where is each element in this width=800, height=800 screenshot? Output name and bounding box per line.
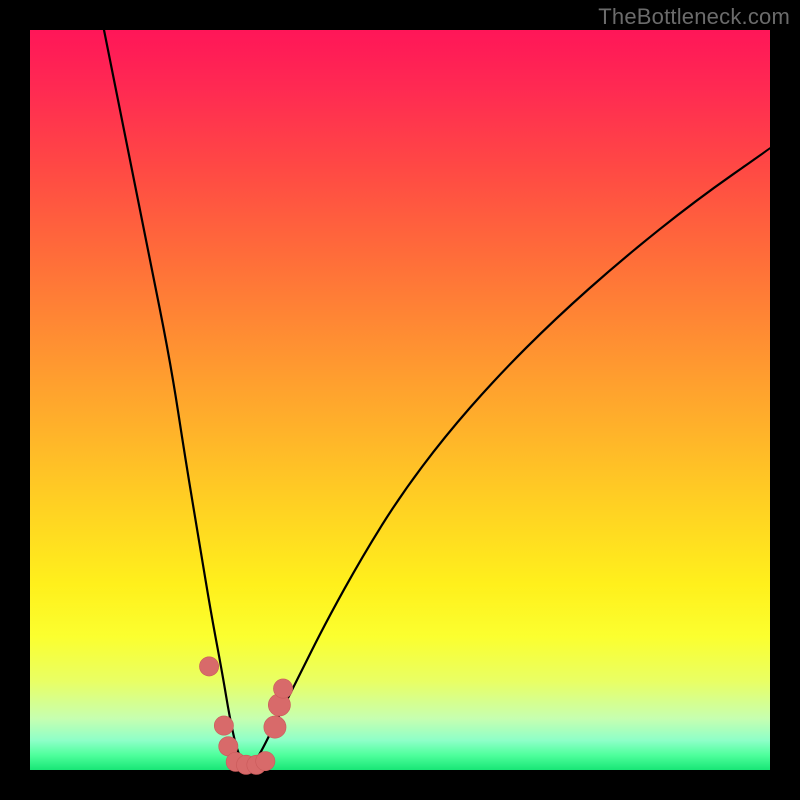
curve-marker <box>199 657 218 676</box>
curve-marker <box>273 679 292 698</box>
chart-svg <box>30 30 770 770</box>
plot-area <box>30 30 770 770</box>
curve-marker <box>264 716 286 738</box>
watermark-text: TheBottleneck.com <box>598 4 790 30</box>
bottleneck-curve <box>104 30 770 765</box>
chart-frame: TheBottleneck.com <box>0 0 800 800</box>
curve-markers <box>199 657 292 775</box>
curve-marker <box>214 716 233 735</box>
curve-marker <box>256 752 275 771</box>
